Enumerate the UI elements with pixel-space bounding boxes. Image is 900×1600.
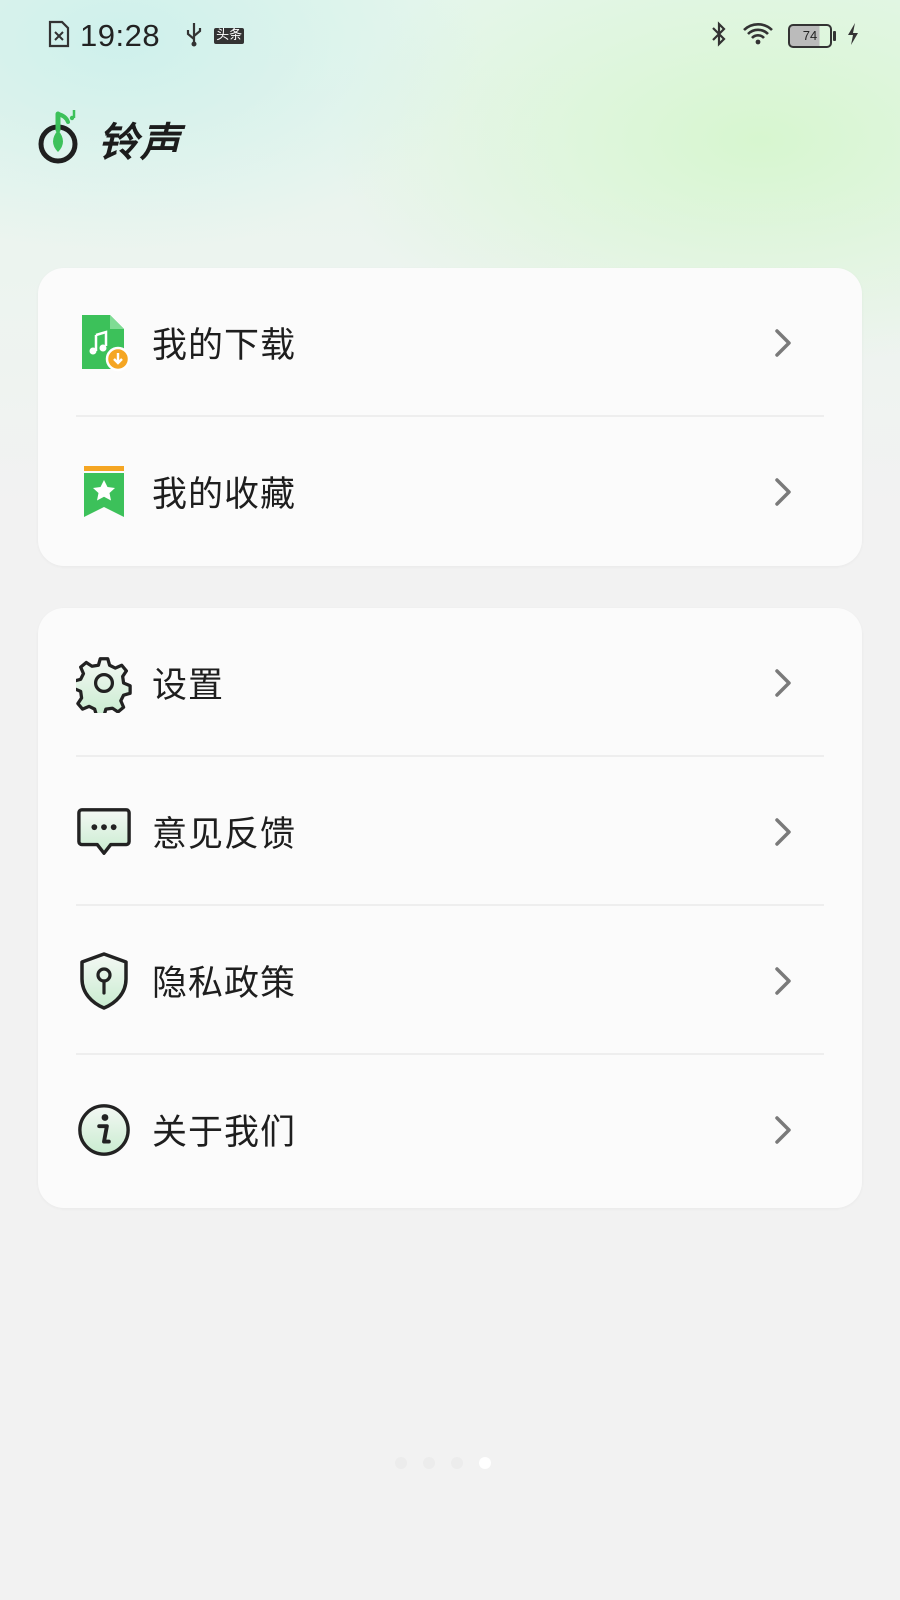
chevron-right-icon	[775, 328, 791, 357]
chat-bubble-icon	[76, 804, 132, 860]
toutiao-notification-icon: 头条	[214, 28, 245, 44]
menu-item-label: 我的下载	[152, 326, 297, 366]
page-dot[interactable]	[423, 1457, 435, 1469]
page-dot[interactable]	[395, 1457, 407, 1469]
menu-item-label: 隐私政策	[152, 964, 297, 1004]
shield-lock-icon	[76, 951, 132, 1010]
menu-item-label: 关于我们	[152, 1113, 297, 1153]
bluetooth-icon	[710, 20, 728, 52]
chevron-right-icon	[775, 966, 791, 995]
chevron-right-icon	[775, 1115, 791, 1144]
chevron-right-icon	[775, 668, 791, 697]
status-bar: 19:28 头条 74	[0, 0, 900, 72]
app-logo-icon	[36, 108, 84, 170]
chevron-right-icon	[775, 817, 791, 846]
download-file-icon	[76, 314, 132, 371]
gear-icon	[76, 655, 132, 713]
usb-icon	[184, 21, 204, 51]
menu-card-media: 我的下载 我的收藏	[38, 268, 862, 566]
page-indicator	[395, 1457, 491, 1469]
menu-item-about-us[interactable]: 关于我们	[38, 1055, 862, 1204]
sim-error-icon	[48, 20, 70, 52]
menu-item-downloads[interactable]: 我的下载	[38, 268, 862, 417]
menu-item-privacy-policy[interactable]: 隐私政策	[38, 906, 862, 1055]
battery-indicator: 74	[788, 24, 836, 48]
chevron-right-icon	[775, 477, 791, 506]
wifi-icon	[742, 21, 774, 51]
page-dot[interactable]	[451, 1457, 463, 1469]
app-header: 铃声	[36, 108, 182, 170]
page-dot-active[interactable]	[479, 1457, 491, 1469]
menu-item-settings[interactable]: 设置	[38, 608, 862, 757]
bookmark-star-icon	[76, 464, 132, 520]
menu-item-feedback[interactable]: 意见反馈	[38, 757, 862, 906]
menu-item-label: 设置	[152, 666, 225, 706]
menu-item-favorites[interactable]: 我的收藏	[38, 417, 862, 566]
charging-icon	[846, 22, 860, 50]
menu-item-label: 意见反馈	[152, 815, 297, 855]
menu-card-general: 设置 意见反馈 隐私政策 关于我们	[38, 608, 862, 1208]
menu-item-label: 我的收藏	[152, 475, 297, 515]
status-time: 19:28	[80, 18, 161, 53]
app-title: 铃声	[98, 120, 182, 166]
info-icon	[76, 1102, 132, 1158]
